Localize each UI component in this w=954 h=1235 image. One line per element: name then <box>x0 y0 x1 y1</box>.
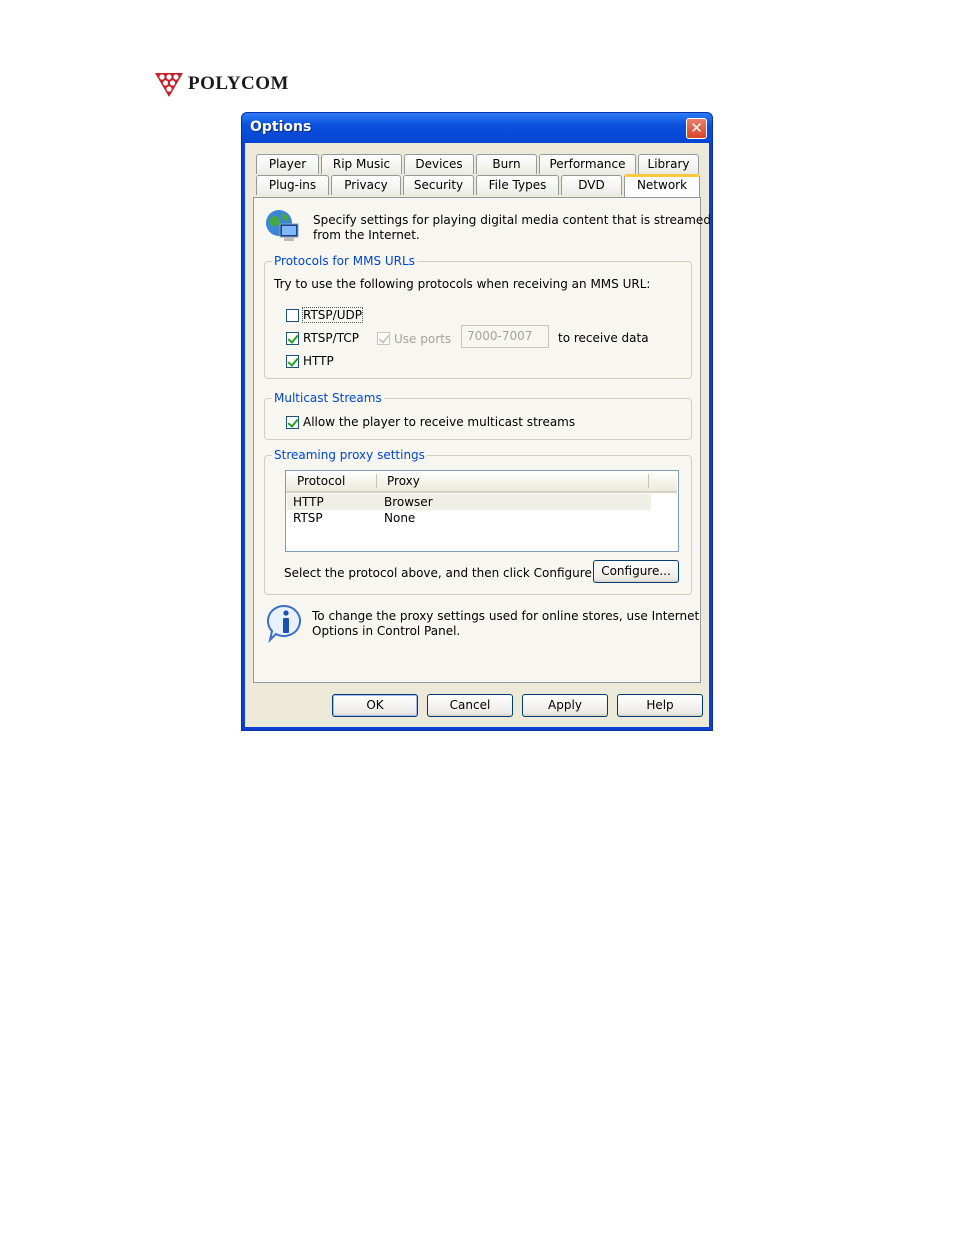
tab-library[interactable]: Library <box>638 154 699 174</box>
polycom-logo: POLYCOM <box>154 68 289 100</box>
tab-devices[interactable]: Devices <box>404 154 474 174</box>
column-separator[interactable] <box>648 474 649 488</box>
column-separator[interactable] <box>376 474 377 488</box>
tab-plug-ins[interactable]: Plug-ins <box>256 175 329 195</box>
apply-button[interactable]: Apply <box>522 694 608 717</box>
info-text-line2: Options in Control Panel. <box>312 624 461 638</box>
multicast-group-label: Multicast Streams <box>272 391 384 405</box>
column-header-protocol[interactable]: Protocol <box>297 474 345 488</box>
receive-data-label: to receive data <box>558 331 649 345</box>
column-header-proxy[interactable]: Proxy <box>387 474 420 488</box>
dialog-client-area: Player Rip Music Devices Burn Performanc… <box>245 143 711 727</box>
use-ports-label: Use ports <box>394 332 452 346</box>
ports-input[interactable]: 7000-7007 <box>461 325 549 348</box>
close-icon: ✕ <box>690 119 703 137</box>
intro-text-line2: from the Internet. <box>313 228 420 242</box>
rtsp-udp-label[interactable]: RTSP/UDP <box>302 307 363 323</box>
polycom-logo-text: POLYCOM <box>188 73 289 94</box>
info-icon <box>266 604 301 644</box>
polycom-triangle-logo-icon <box>155 73 183 97</box>
tab-file-types[interactable]: File Types <box>476 175 559 195</box>
tab-performance[interactable]: Performance <box>539 154 636 174</box>
title-bar[interactable]: Options ✕ <box>242 113 712 143</box>
proxy-hint-text: Select the protocol above, and then clic… <box>284 566 596 580</box>
table-row[interactable]: HTTP Browser <box>287 494 651 510</box>
allow-multicast-checkbox[interactable] <box>286 416 299 429</box>
configure-button[interactable]: Configure... <box>593 560 679 583</box>
rtsp-tcp-label[interactable]: RTSP/TCP <box>303 331 359 345</box>
ok-button[interactable]: OK <box>332 694 418 717</box>
tab-burn[interactable]: Burn <box>476 154 537 174</box>
proxy-list-header: Protocol Proxy <box>286 471 677 493</box>
intro-text-line1: Specify settings for playing digital med… <box>313 213 711 227</box>
http-checkbox[interactable] <box>286 355 299 368</box>
info-text-line1: To change the proxy settings used for on… <box>312 609 700 623</box>
globe-computer-icon <box>266 210 299 241</box>
row-protocol: HTTP <box>293 495 324 509</box>
proxy-group-label: Streaming proxy settings <box>272 448 427 462</box>
window-title: Options <box>250 119 312 135</box>
tab-security[interactable]: Security <box>403 175 474 195</box>
row-protocol: RTSP <box>293 511 323 525</box>
rtsp-tcp-checkbox[interactable] <box>286 332 299 345</box>
rtsp-udp-checkbox[interactable] <box>286 309 299 322</box>
options-window: Options ✕ Player Rip Music Devices Burn … <box>241 112 713 731</box>
table-row[interactable]: RTSP None <box>287 510 651 526</box>
cancel-button[interactable]: Cancel <box>427 694 513 717</box>
use-ports-checkbox[interactable] <box>377 332 390 345</box>
protocols-group-label: Protocols for MMS URLs <box>272 254 417 268</box>
network-tab-panel: Specify settings for playing digital med… <box>253 197 711 683</box>
http-label[interactable]: HTTP <box>303 354 334 368</box>
help-button[interactable]: Help <box>617 694 703 717</box>
tab-rip-music[interactable]: Rip Music <box>321 154 402 174</box>
tab-player[interactable]: Player <box>256 154 319 174</box>
allow-multicast-label[interactable]: Allow the player to receive multicast st… <box>303 415 575 429</box>
tab-privacy[interactable]: Privacy <box>331 175 401 195</box>
tab-network[interactable]: Network <box>624 174 700 197</box>
protocols-description: Try to use the following protocols when … <box>274 277 651 291</box>
row-proxy: Browser <box>384 495 433 509</box>
tab-dvd[interactable]: DVD <box>561 175 622 195</box>
close-button[interactable]: ✕ <box>686 118 707 139</box>
row-proxy: None <box>384 511 416 525</box>
proxy-list[interactable]: Protocol Proxy HTTP Browser RTSP None <box>285 470 679 552</box>
